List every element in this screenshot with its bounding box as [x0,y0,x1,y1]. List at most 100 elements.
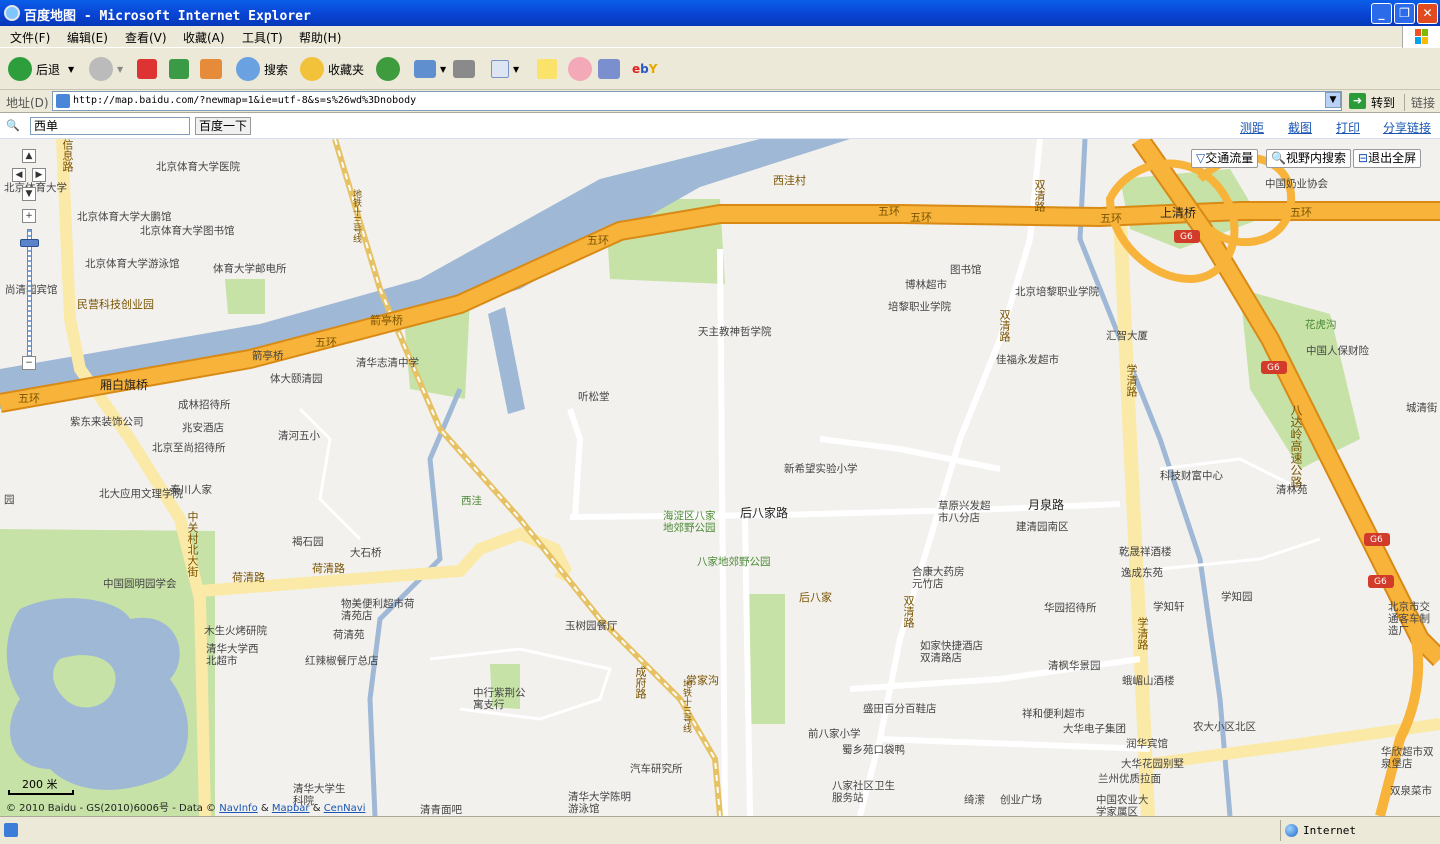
place-label[interactable]: 图书馆 [950,264,982,276]
home-button[interactable] [200,56,226,82]
place-label[interactable]: 成林招待所 [178,399,231,411]
messenger-button[interactable] [568,56,596,82]
edit-dropdown-icon[interactable]: ▼ [513,65,519,74]
security-zone[interactable]: Internet [1280,820,1438,841]
place-label[interactable]: 紫东来装饰公司 [70,416,144,428]
forward-button[interactable]: ▼ [89,56,123,82]
place-label[interactable]: 玉树园餐厅 [565,620,618,632]
place-label[interactable]: 民营科技创业园 [77,299,154,311]
place-label[interactable]: 大石桥 [350,547,382,559]
place-label[interactable]: 秦川人家 [170,484,212,496]
mapbar-link[interactable]: Mapbar [272,803,310,814]
place-label[interactable]: 汽车研究所 [630,763,683,775]
map-search-input[interactable]: 西单 [30,117,190,135]
place-label[interactable]: 创业广场 [1000,794,1042,806]
place-label[interactable]: 佳福永发超市 [996,354,1059,366]
place-label[interactable]: 合康大药房元竹店 [912,566,972,590]
place-label[interactable]: 农大小区北区 [1193,721,1256,733]
place-label[interactable]: 清林苑 [1276,484,1308,496]
place-label[interactable]: 学知轩 [1153,601,1185,613]
edit-word-button[interactable]: ▼ [491,56,519,82]
back-button[interactable]: 后退 ▼ [8,56,74,82]
place-label[interactable]: 科技财富中心 [1160,470,1223,482]
pan-down-button[interactable]: ▼ [22,187,36,201]
place-label[interactable]: 听松堂 [578,391,610,403]
place-label[interactable]: 红辣椒餐厅总店 [305,655,379,667]
close-button[interactable]: ✕ [1417,3,1438,24]
research-button[interactable] [598,56,624,82]
place-label[interactable]: 中国农业大学家属区 [1096,794,1156,816]
stop-button[interactable] [137,56,161,82]
mail-button[interactable]: ▼ [414,56,446,82]
place-label[interactable]: 盛田百分百鞋店 [863,703,937,715]
zoom-slider-handle[interactable] [20,239,39,247]
place-label[interactable]: 北京体育大学图书馆 [140,225,235,237]
place-label[interactable]: 华园招待所 [1044,602,1097,614]
screenshot-link[interactable]: 截图 [1288,119,1312,136]
refresh-button[interactable] [169,56,193,82]
address-input[interactable]: http://map.baidu.com/?newmap=1&ie=utf-8&… [52,91,1342,111]
place-label[interactable]: 博林超市 [905,279,947,291]
place-label[interactable]: 北京至尚招待所 [152,442,226,454]
forward-dropdown-icon[interactable]: ▼ [117,65,123,74]
place-label[interactable]: 常家沟 [686,675,719,687]
place-label[interactable]: 清河五小 [278,430,320,442]
place-label[interactable]: 西洼村 [773,175,806,187]
place-label[interactable]: 大华电子集团 [1063,723,1126,735]
place-label[interactable]: 花虎沟 [1305,319,1337,331]
place-label[interactable]: 后八家 [799,592,832,604]
pan-left-button[interactable]: ◀ [12,168,26,182]
place-label[interactable]: 蛾嵋山酒楼 [1122,675,1175,687]
mail-dropdown-icon[interactable]: ▼ [440,65,446,74]
place-label[interactable]: 润华宾馆 [1126,738,1168,750]
place-label[interactable]: 体大颐清园 [270,373,323,385]
measure-link[interactable]: 测距 [1240,119,1264,136]
place-label[interactable]: 海淀区八家地郊野公园 [663,510,723,534]
menu-help[interactable]: 帮助(H) [299,29,341,46]
place-label[interactable]: 北京体育大学大鹏馆 [77,211,172,223]
place-label[interactable]: 华欣超市双泉堡店 [1381,746,1440,770]
ebay-button[interactable]: ebY [632,56,657,82]
place-label[interactable]: 汇智大厦 [1106,330,1148,342]
place-label[interactable]: 兆安酒店 [182,422,224,434]
place-label[interactable]: 中国奶业协会 [1265,178,1328,190]
restore-button[interactable]: ❐ [1394,3,1415,24]
map-search-button[interactable]: 百度一下 [195,117,251,135]
menu-file[interactable]: 文件(F) [10,29,50,46]
place-label[interactable]: 清青面吧 [420,804,462,816]
place-label[interactable]: 清华大学西北超市 [206,643,266,667]
go-button[interactable]: 转到 [1371,94,1395,111]
view-search-button[interactable]: 🔍视野内搜索 [1266,149,1351,168]
place-label[interactable]: 八家地郊野公园 [697,556,771,568]
favorites-button[interactable]: 收藏夹 [300,56,364,82]
map-canvas[interactable]: G6 G6 G6 G6 五环 五环 五环 五环 五环 五环 五环 上清桥 箭亭桥… [0,139,1440,816]
place-label[interactable]: 体育大学邮电所 [213,263,287,275]
place-label[interactable]: 北京培黎职业学院 [1015,286,1099,298]
place-label[interactable]: 培黎职业学院 [888,301,951,313]
place-label[interactable]: 蜀乡苑口袋鸭 [842,744,905,756]
place-label[interactable]: 园 [4,494,15,506]
place-label[interactable]: 草原兴发超市八分店 [938,500,998,524]
place-label[interactable]: 祥和便利超市 [1022,708,1085,720]
place-label[interactable]: 乾晟祥酒楼 [1119,546,1172,558]
place-label[interactable]: 天主教神哲学院 [698,326,772,338]
place-label[interactable]: 清华大学陈明游泳馆 [568,791,638,815]
place-label[interactable]: 西洼 [461,495,482,507]
place-label[interactable]: 中国人保财险 [1306,345,1369,357]
place-label[interactable]: 大华花园别墅 [1121,758,1184,770]
zoom-out-button[interactable]: − [22,356,36,370]
menu-tools[interactable]: 工具(T) [242,29,283,46]
menu-edit[interactable]: 编辑(E) [67,29,108,46]
print-button[interactable] [453,56,479,82]
go-arrow-icon[interactable]: ➜ [1349,93,1366,109]
place-label[interactable]: 逸成东苑 [1121,567,1163,579]
place-label[interactable]: 中国圆明园学会 [103,578,177,590]
place-label[interactable]: 荷清苑 [333,629,365,641]
back-dropdown-icon[interactable]: ▼ [68,65,74,74]
links-button[interactable]: 链接 [1404,94,1435,111]
share-link[interactable]: 分享链接 [1383,119,1431,136]
place-label[interactable]: 木生火烤研院 [204,625,267,637]
place-label[interactable]: 中行紫荆公寓支行 [473,687,533,711]
place-label[interactable]: 如家快捷酒店双清路店 [920,640,990,664]
place-label[interactable]: 箭亭桥 [252,350,284,362]
